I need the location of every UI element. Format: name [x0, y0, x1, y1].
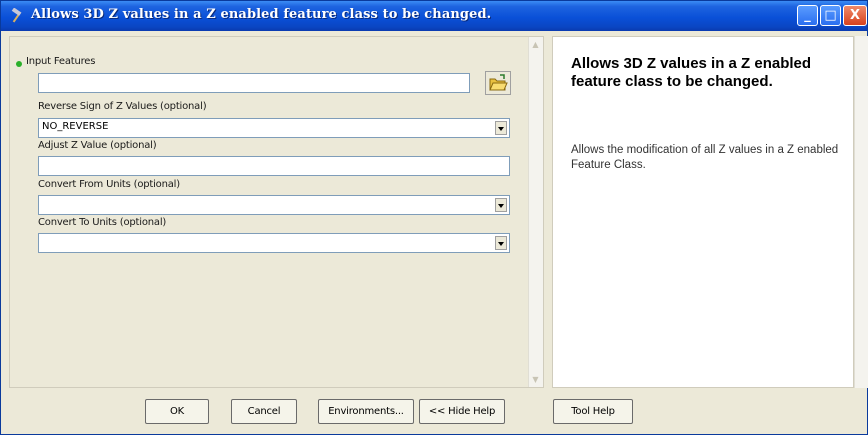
adjust-z-field[interactable] [38, 156, 510, 176]
help-pane: Allows 3D Z values in a Z enabled featur… [552, 36, 854, 388]
scroll-down-icon[interactable]: ▼ [531, 375, 540, 384]
parameters-scrollbar[interactable]: ▲ ▼ [528, 37, 543, 387]
hide-help-button[interactable]: << Hide Help [419, 399, 505, 424]
maximize-button[interactable]: □ [820, 5, 841, 26]
hammer-icon [11, 8, 22, 23]
window-title: Allows 3D Z values in a Z enabled featur… [31, 7, 492, 22]
maximize-icon: □ [824, 8, 837, 23]
input-features-label: Input Features [26, 56, 96, 67]
tool-dialog-window: Allows 3D Z values in a Z enabled featur… [0, 0, 868, 435]
close-button[interactable]: X [843, 5, 867, 26]
convert-to-label: Convert To Units (optional) [38, 217, 167, 228]
close-icon: X [849, 8, 861, 23]
input-features-field[interactable] [38, 73, 470, 93]
cancel-button[interactable]: Cancel [231, 399, 297, 424]
tool-help-button[interactable]: Tool Help [553, 399, 633, 424]
help-title: Allows 3D Z values in a Z enabled featur… [571, 55, 812, 90]
scroll-up-icon[interactable]: ▲ [531, 40, 540, 49]
adjust-z-label: Adjust Z Value (optional) [38, 140, 157, 151]
reverse-sign-value: NO_REVERSE [42, 121, 109, 132]
ok-button[interactable]: OK [145, 399, 209, 424]
convert-from-combo[interactable] [38, 195, 510, 215]
help-body: Allows the modification of all Z values … [571, 144, 839, 171]
convert-from-label: Convert From Units (optional) [38, 179, 180, 190]
browse-button[interactable] [485, 71, 511, 95]
green-dot-icon [16, 61, 22, 67]
chevron-down-icon[interactable] [495, 236, 507, 250]
chevron-down-icon[interactable] [495, 121, 507, 135]
title-bar[interactable]: Allows 3D Z values in a Z enabled featur… [1, 1, 867, 31]
open-folder-icon [489, 74, 508, 91]
convert-to-combo[interactable] [38, 233, 510, 253]
help-scrollbar[interactable] [854, 36, 868, 388]
environments-button[interactable]: Environments... [318, 399, 414, 424]
chevron-down-icon[interactable] [495, 198, 507, 212]
reverse-sign-combo[interactable]: NO_REVERSE [38, 118, 510, 138]
minimize-icon: _ [804, 8, 811, 23]
reverse-sign-label: Reverse Sign of Z Values (optional) [38, 101, 207, 112]
minimize-button[interactable]: _ [797, 5, 818, 26]
